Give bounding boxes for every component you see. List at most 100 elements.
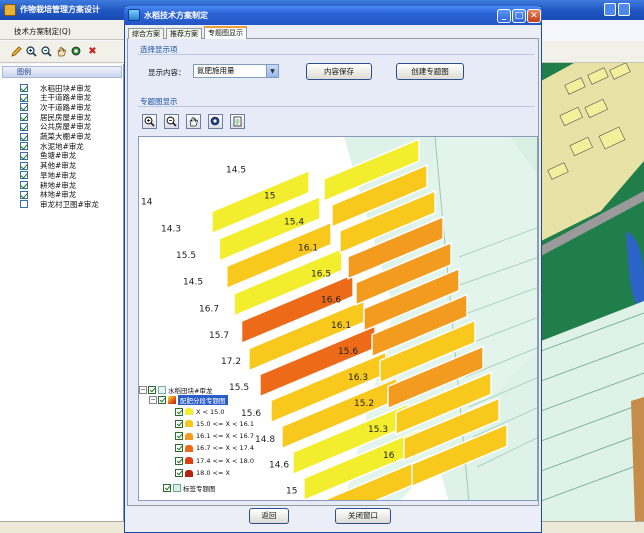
- class-checkbox[interactable]: [175, 419, 183, 428]
- layer-icon: [158, 385, 166, 394]
- close-window-button[interactable]: 关闭窗口: [335, 508, 391, 524]
- legend-checkbox[interactable]: [20, 190, 28, 199]
- pencil-icon[interactable]: [10, 45, 23, 58]
- class-checkbox[interactable]: [175, 444, 183, 453]
- map-zoom-out-button[interactable]: [164, 114, 179, 129]
- background-map[interactable]: [541, 41, 644, 521]
- layer-checkbox[interactable]: [158, 395, 166, 404]
- map-pan-button[interactable]: [186, 114, 201, 129]
- full-extent-icon[interactable]: [70, 45, 83, 58]
- background-window-title: 作物栽培管理方案设计: [20, 5, 100, 14]
- chevron-down-icon[interactable]: ▼: [266, 65, 278, 77]
- field-value-label: 16.1: [298, 243, 318, 253]
- collapse-icon[interactable]: −: [149, 395, 157, 404]
- collapse-icon[interactable]: −: [139, 385, 147, 394]
- thematic-map-view[interactable]: 14 14.3 15.5 14.5 16.7 15.7 17.2 15.5 15.6 14.8 14…: [138, 136, 538, 501]
- tree-root-row[interactable]: − 水稻田块#审龙: [139, 385, 213, 395]
- class-color-swatch-icon: [185, 420, 193, 428]
- field-value-label: 14.3: [161, 224, 181, 234]
- section-divider: [138, 54, 534, 55]
- layer-root-label: 水稻田块#审龙: [168, 386, 213, 395]
- maximize-icon: □: [514, 10, 524, 21]
- field-value-label: 15.6: [338, 347, 358, 357]
- legend-checkbox[interactable]: [20, 122, 28, 131]
- legend-item-label: 审龙村卫图#审龙: [40, 199, 99, 209]
- full-extent-icon: [210, 116, 220, 126]
- legend-header: 图例: [2, 66, 122, 78]
- document-icon: [233, 116, 242, 127]
- menu-item-plan[interactable]: 技术方案制定(Q): [14, 26, 71, 37]
- zoom-in-icon: [144, 116, 155, 127]
- field-value-label: 15: [286, 487, 297, 497]
- field-value-label: 15.7: [209, 331, 229, 341]
- field-value-label: 16.6: [321, 295, 341, 305]
- class-checkbox[interactable]: [175, 407, 183, 416]
- zoom-out-icon[interactable]: [40, 45, 53, 58]
- field-value-label: 16.1: [331, 321, 351, 331]
- class-break-label: 15.0 <= X < 16.1: [196, 419, 255, 428]
- maximize-icon[interactable]: [618, 3, 630, 16]
- map-zoom-in-button[interactable]: [142, 114, 157, 129]
- save-content-button[interactable]: 内容保存: [306, 63, 372, 80]
- create-thematic-map-button[interactable]: 创建专题图: [396, 63, 464, 80]
- class-checkbox[interactable]: [175, 432, 183, 441]
- tree-layer-row[interactable]: − 配肥分段专题图: [149, 394, 228, 405]
- thematic-layer-icon: [168, 395, 176, 404]
- class-break-item[interactable]: 16.1 <= X < 16.7: [175, 432, 254, 441]
- class-break-item[interactable]: 15.0 <= X < 16.1: [175, 419, 254, 428]
- tree-label-layer-row[interactable]: 标签专题图: [163, 483, 216, 493]
- display-content-label: 显示内容：: [148, 68, 186, 77]
- field-value-label: 16.3: [348, 373, 368, 383]
- close-button[interactable]: ✕: [527, 9, 541, 23]
- pan-hand-icon: [189, 117, 198, 127]
- legend-checkbox[interactable]: [20, 142, 28, 151]
- legend-checkbox[interactable]: [20, 103, 28, 112]
- class-checkbox[interactable]: [175, 469, 183, 477]
- field-value-label: 16: [383, 451, 395, 461]
- class-color-swatch-icon: [185, 457, 193, 465]
- class-break-item[interactable]: 17.4 <= X < 18.0: [175, 456, 254, 465]
- legend-checkbox[interactable]: [20, 113, 28, 122]
- legend-item[interactable]: 审龙村卫图#审龙: [20, 199, 99, 209]
- background-map-canvas: [541, 41, 644, 521]
- legend-checkbox[interactable]: [20, 151, 28, 160]
- map-refresh-button[interactable]: [230, 114, 245, 129]
- legend-checkbox[interactable]: [20, 181, 28, 189]
- dialog-title: 水稻技术方案制定: [144, 11, 208, 20]
- zoom-out-icon: [166, 116, 177, 127]
- screen: 作物栽培管理方案设计 技术方案制定(Q) ✖ 图例 水稻田块#审龙 主干道路#审龙…: [0, 0, 644, 533]
- field-value-label: 16.7: [199, 304, 219, 314]
- legend-checkbox[interactable]: [20, 132, 28, 141]
- class-break-item[interactable]: 18.0 <= X: [175, 469, 230, 478]
- legend-checkbox[interactable]: [20, 93, 28, 102]
- minimize-button[interactable]: _: [497, 9, 511, 23]
- class-break-item[interactable]: X < 15.0: [175, 407, 225, 416]
- legend-checkbox[interactable]: [20, 84, 28, 92]
- zoom-in-icon[interactable]: [25, 45, 38, 58]
- delete-icon[interactable]: ✖: [86, 45, 99, 58]
- legend-checkbox[interactable]: [20, 200, 28, 209]
- pan-hand-icon[interactable]: [55, 45, 68, 58]
- field-value-label: 17.2: [221, 357, 241, 367]
- layer-checkbox[interactable]: [163, 483, 171, 492]
- tab-thematic-map[interactable]: 专题图显示: [204, 26, 247, 39]
- label-layer-icon: [173, 483, 181, 492]
- minimize-icon[interactable]: [604, 3, 616, 16]
- class-color-swatch-icon: [185, 408, 193, 415]
- legend-checkbox[interactable]: [20, 161, 28, 170]
- field-value-label: 15.4: [284, 218, 304, 228]
- maximize-button[interactable]: □: [512, 9, 526, 23]
- dialog-app-icon: [128, 9, 140, 21]
- back-button[interactable]: 返回: [249, 508, 289, 524]
- legend-checkbox[interactable]: [20, 171, 28, 180]
- class-color-swatch-icon: [185, 469, 193, 477]
- class-checkbox[interactable]: [175, 456, 183, 465]
- map-full-extent-button[interactable]: [208, 114, 223, 129]
- class-color-swatch-icon: [185, 432, 193, 440]
- background-window-controls[interactable]: [604, 3, 642, 17]
- tab-recommended[interactable]: 推荐方案: [166, 28, 202, 39]
- class-break-item[interactable]: 16.7 <= X < 17.4: [175, 444, 254, 453]
- field-value-label: 15.5: [176, 251, 196, 261]
- tab-comprehensive[interactable]: 综合方案: [128, 28, 164, 39]
- layer-checkbox[interactable]: [148, 385, 156, 394]
